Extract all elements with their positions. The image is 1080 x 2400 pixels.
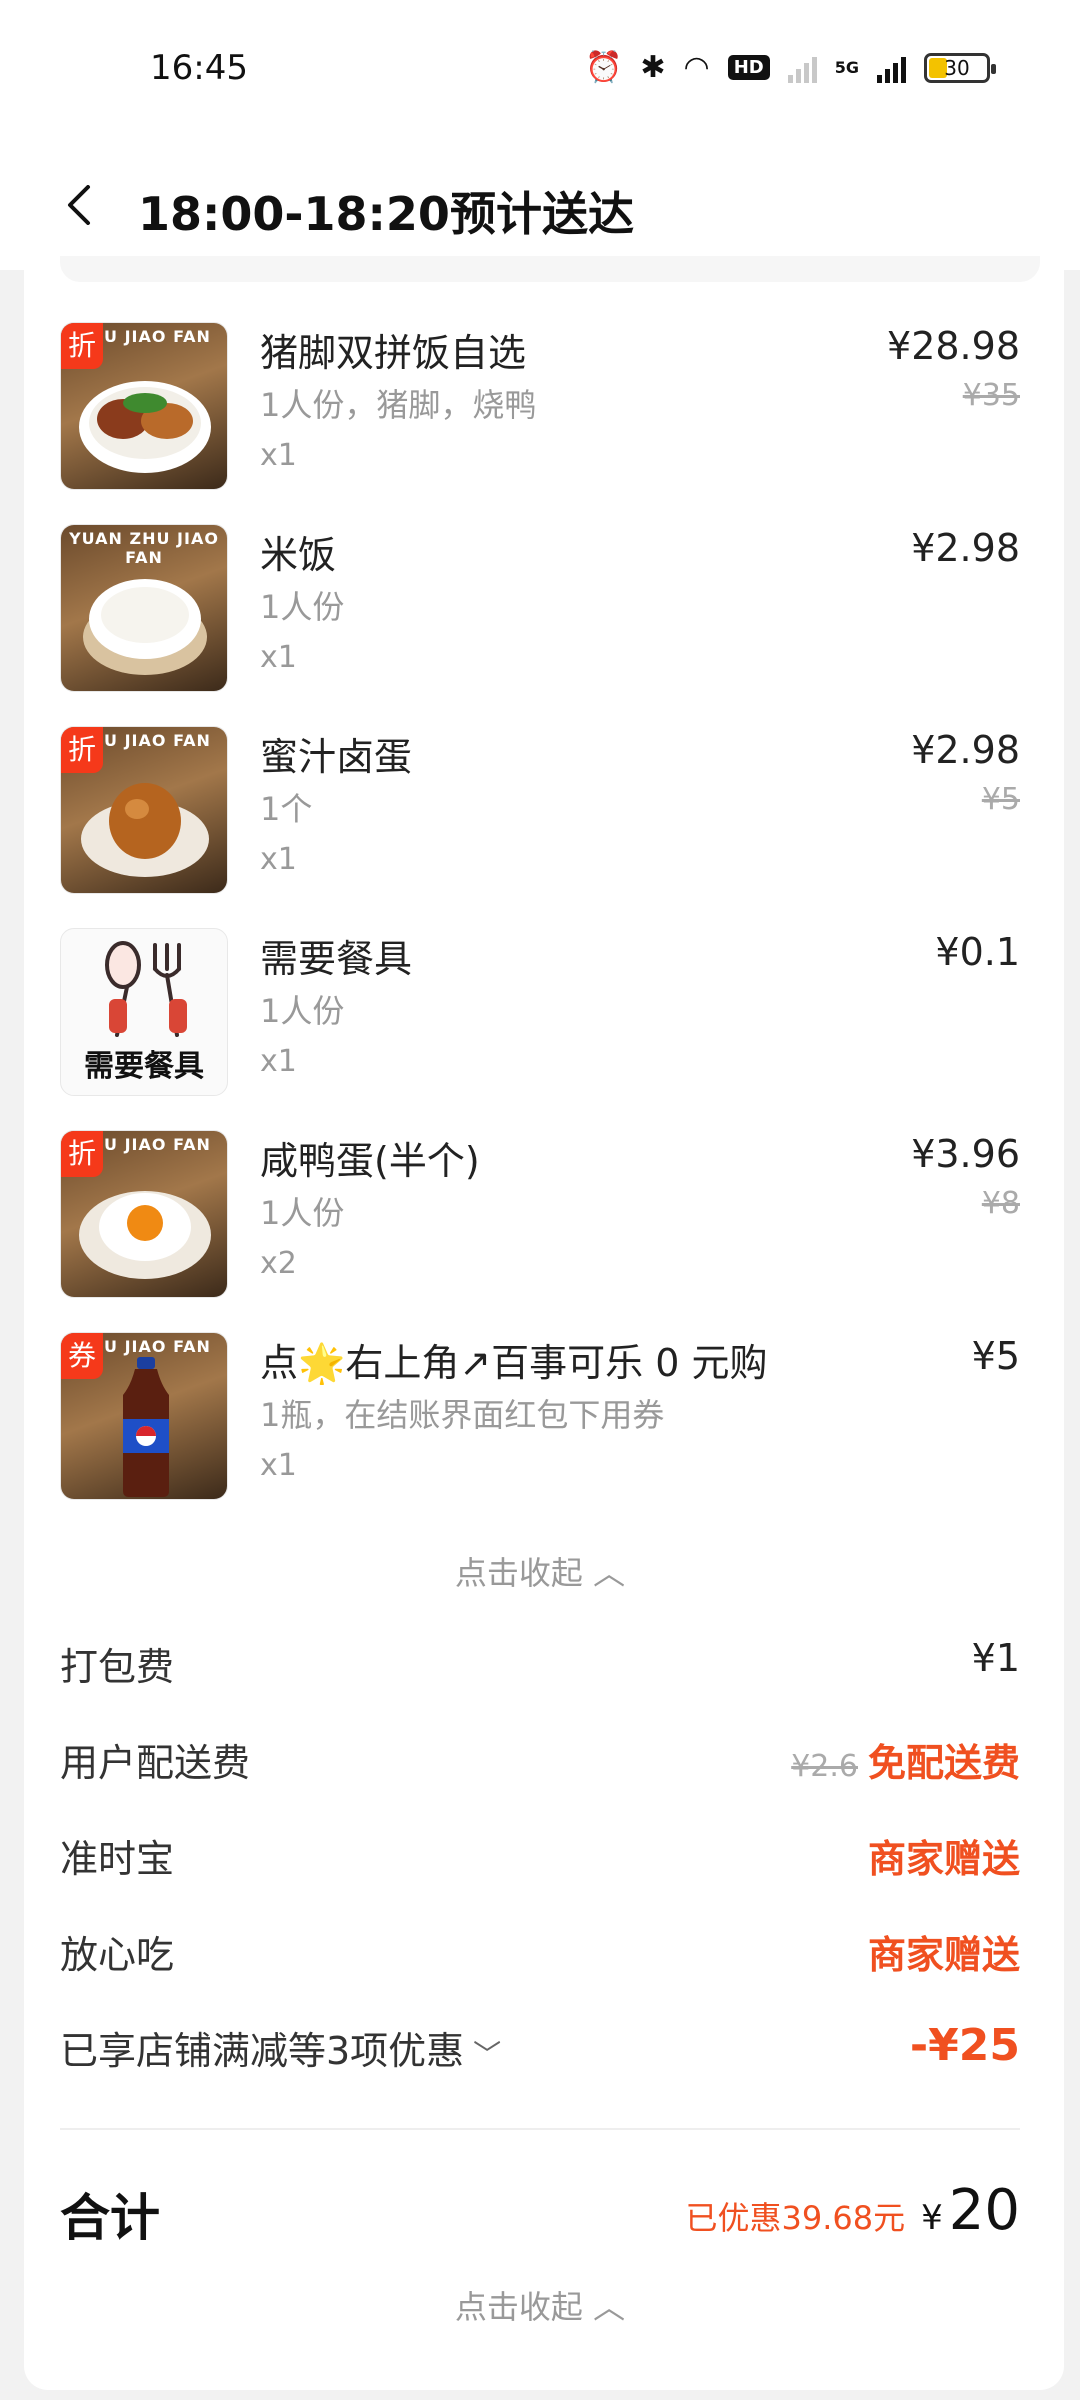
signal-weak-icon: [787, 53, 817, 83]
discount-row[interactable]: 已享店铺满减等3项优惠 ﹀ -¥25: [60, 2020, 1020, 2076]
item-thumbnail: YUAN ZHU JIAO FAN: [60, 524, 228, 692]
braised-egg-image: [81, 783, 209, 877]
coupon-tag: 券: [61, 1333, 103, 1379]
item-thumbnail: ZHU JIAO FAN 折: [60, 726, 228, 894]
rice-bowl-image: [83, 579, 207, 675]
status-bar: 16:45 ⏰ ✱ ◠ HD 5G 30: [0, 0, 1080, 140]
item-name: 猪脚双拼饭自选: [260, 331, 527, 375]
item-quantity: x1: [260, 640, 297, 675]
item-spec: 1人份: [260, 1194, 345, 1232]
item-quantity: x1: [260, 438, 297, 473]
discount-label: 已享店铺满减等3项优惠: [60, 2029, 465, 2073]
signal-icon: [877, 53, 906, 83]
battery-level: 30: [944, 55, 970, 80]
fee-label: 已享店铺满减等3项优惠 ﹀: [60, 2020, 501, 2075]
order-item[interactable]: YUAN ZHU JIAO FAN 米饭 1人份 x1 ¥2.98: [60, 524, 1020, 694]
item-name: 米饭: [260, 533, 337, 577]
chevron-down-icon: ﹀: [464, 2038, 502, 2071]
item-spec: 1个: [260, 790, 313, 828]
discount-tag: 折: [61, 1131, 103, 1177]
collapse-label: 点击收起: [454, 2288, 583, 2326]
bluetooth-icon: ✱: [640, 50, 666, 85]
total-summary: 已优惠39.68元 ¥20: [685, 2178, 1020, 2243]
battery-icon: 30: [924, 52, 996, 83]
divider: [60, 2128, 1020, 2130]
item-price: ¥2.98: [911, 526, 1020, 570]
item-original-price: ¥35: [962, 378, 1020, 413]
item-price: ¥3.96: [911, 1132, 1020, 1176]
fee-value: 商家赠送: [867, 1837, 1020, 1881]
packing-fee-row: 打包费 ¥1: [60, 1636, 1020, 1692]
item-name: 蜜汁卤蛋: [260, 735, 413, 779]
item-quantity: x1: [260, 1044, 297, 1079]
item-thumbnail: ZHU JIAO FAN 折: [60, 322, 228, 490]
order-item[interactable]: ZHU JIAO FAN 折 猪脚双拼饭自选 1人份，猪脚，烧鸭 x1 ¥28.…: [60, 322, 1020, 492]
wifi-icon: ◠: [683, 50, 710, 85]
item-price: ¥28.98: [887, 324, 1020, 368]
item-price: ¥0.1: [935, 930, 1020, 974]
item-quantity: x2: [260, 1246, 297, 1281]
collapse-label: 点击收起: [454, 1554, 583, 1592]
page-title: 18:00-18:20预计送达: [138, 187, 634, 241]
cola-bottle-image: [123, 1357, 169, 1497]
item-original-price: ¥5: [981, 782, 1020, 817]
status-time: 16:45: [150, 48, 248, 88]
item-thumbnail: 需要餐具: [60, 928, 228, 1096]
discount-tag: 折: [61, 727, 103, 773]
fee-value: ¥2.6 免配送费: [791, 1732, 1020, 1787]
chevron-up-icon: ︿: [593, 2288, 626, 2326]
collapse-button[interactable]: 点击收起 ︿: [0, 2282, 1080, 2328]
item-spec: 1人份，猪脚，烧鸭: [260, 386, 537, 424]
item-spec: 1人份: [260, 992, 345, 1030]
total-label: 合计: [60, 2189, 160, 2247]
item-quantity: x1: [260, 1448, 297, 1483]
fee-label: 准时宝: [60, 1837, 175, 1881]
delivery-fee-row: 用户配送费 ¥2.6 免配送费: [60, 1732, 1020, 1788]
discount-value: -¥25: [909, 2020, 1020, 2071]
item-price: ¥5: [971, 1334, 1020, 1378]
item-price: ¥2.98: [911, 728, 1020, 772]
item-name: 咸鸭蛋(半个): [260, 1139, 480, 1183]
order-item[interactable]: ZHU JIAO FAN 折 咸鸭蛋(半个) 1人份 x2 ¥3.96 ¥8: [60, 1130, 1020, 1300]
total-value: 20: [948, 2178, 1020, 2243]
status-icons: ⏰ ✱ ◠ HD 5G 30: [585, 50, 996, 85]
hd-icon: HD: [727, 55, 770, 80]
safe-eat-row: 放心吃 商家赠送: [60, 1924, 1020, 1980]
item-spec: 1瓶，在结账界面红包下用券: [260, 1396, 665, 1434]
cutlery-icon: [105, 941, 187, 1037]
original-delivery-fee: ¥2.6: [791, 1749, 858, 1784]
fee-label: 放心吃: [60, 1933, 175, 1977]
fee-value: 商家赠送: [867, 1933, 1020, 1977]
salted-egg-image: [79, 1191, 211, 1279]
item-original-price: ¥8: [981, 1186, 1020, 1221]
item-thumbnail: ZHU JIAO FAN 券: [60, 1332, 228, 1500]
previous-section-peek: [60, 256, 1040, 282]
order-item[interactable]: ZHU JIAO FAN 券 点🌟右上角↗百事可乐 0 元购 1瓶，在结账界面红…: [60, 1332, 1020, 1502]
fee-label: 打包费: [60, 1645, 175, 1689]
alarm-icon: ⏰: [585, 50, 623, 85]
item-thumbnail: ZHU JIAO FAN 折: [60, 1130, 228, 1298]
total-amount: ¥20: [921, 2178, 1020, 2243]
item-quantity: x1: [260, 842, 297, 877]
network-type: 5G: [834, 58, 859, 77]
fee-value: ¥1: [971, 1636, 1020, 1680]
item-name: 点🌟右上角↗百事可乐 0 元购: [260, 1341, 768, 1385]
currency-symbol: ¥: [921, 2198, 943, 2238]
free-delivery-label: 免配送费: [867, 1741, 1020, 1785]
saved-amount: 已优惠39.68元: [685, 2199, 906, 2237]
item-spec: 1人份: [260, 588, 345, 626]
order-item[interactable]: ZHU JIAO FAN 折 蜜汁卤蛋 1个 x1 ¥2.98 ¥5: [60, 726, 1020, 896]
cutlery-label: 需要餐具: [84, 1049, 204, 1084]
back-arrow-icon[interactable]: [60, 185, 100, 225]
chevron-up-icon: ︿: [593, 1554, 626, 1592]
discount-tag: 折: [61, 323, 103, 369]
item-name: 需要餐具: [260, 937, 413, 981]
collapse-button[interactable]: 点击收起 ︿: [0, 1548, 1080, 1594]
brand-text: YUAN ZHU JIAO FAN: [69, 529, 219, 567]
fee-label: 用户配送费: [60, 1741, 251, 1785]
pork-rice-bowl-image: [79, 381, 211, 473]
ontime-row: 准时宝 商家赠送: [60, 1828, 1020, 1884]
order-item[interactable]: 需要餐具 需要餐具 1人份 x1 ¥0.1: [60, 928, 1020, 1098]
